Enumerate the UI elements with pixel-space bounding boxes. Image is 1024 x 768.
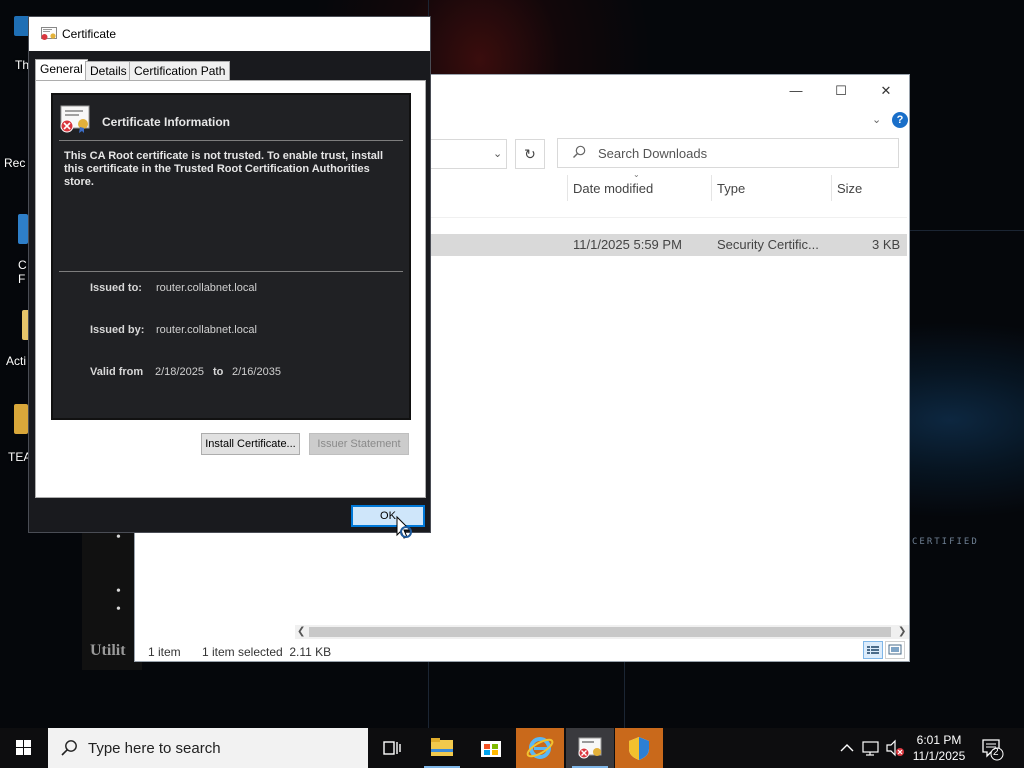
certificate-untrusted-icon [60, 105, 90, 133]
certificate-info-heading: Certificate Information [102, 115, 231, 129]
task-view-icon [383, 741, 401, 755]
background-certified-text: CERTIFIED [912, 537, 979, 547]
background-line [910, 230, 1024, 231]
tab-panel-general: Certificate Information This CA Root cer… [35, 80, 426, 498]
taskbar-microsoft-store[interactable] [467, 728, 515, 768]
scroll-left-arrow-icon[interactable]: ❮ [297, 625, 305, 639]
column-separator [711, 175, 712, 201]
internet-explorer-icon [526, 737, 554, 759]
tab-general[interactable]: General [35, 59, 88, 81]
shield-icon [629, 737, 649, 760]
chevron-up-icon [840, 744, 854, 752]
horizontal-scrollbar[interactable]: ❮ ❯ [295, 625, 909, 639]
network-icon [862, 741, 879, 756]
close-button[interactable]: ✕ [878, 83, 894, 99]
search-icon [61, 740, 77, 756]
valid-from-value: 2/18/2025 [155, 366, 204, 378]
volume-muted-icon [886, 739, 904, 757]
issued-to-value: router.collabnet.local [156, 282, 257, 294]
valid-to-label: to [213, 366, 224, 378]
taskbar-search-box[interactable]: Type here to search [48, 728, 368, 768]
volume-tray-button[interactable] [884, 728, 906, 768]
issued-to-label: Issued to: [90, 282, 142, 294]
mouse-cursor-icon [396, 515, 412, 539]
column-header-size[interactable]: Size [837, 181, 862, 196]
certificate-info-panel: Certificate Information This CA Root cer… [51, 93, 411, 420]
clock-time: 6:01 PM [916, 733, 962, 747]
details-view-icon [867, 646, 879, 654]
column-separator [831, 175, 832, 201]
taskbar-certificate-app[interactable] [566, 728, 614, 768]
app-icon [18, 214, 28, 244]
tab-certification-path[interactable]: Certification Path [129, 61, 231, 80]
valid-from-label: Valid from [90, 366, 144, 378]
maximize-button[interactable]: ☐ [833, 83, 849, 99]
store-icon [481, 741, 501, 757]
column-separator [567, 175, 568, 201]
refresh-button[interactable]: ↻ [515, 139, 545, 169]
column-header-date-modified[interactable]: Date modified [573, 181, 653, 196]
divider [59, 140, 403, 141]
search-input[interactable]: Search Downloads [557, 138, 899, 168]
taskbar: Type here to search 6:01 PM 11/1/2025 2 [0, 728, 1024, 768]
shortcut-icon [14, 404, 28, 434]
dialog-title: Certificate [62, 27, 117, 41]
scroll-right-arrow-icon[interactable]: ❯ [898, 625, 906, 639]
network-tray-button[interactable] [860, 728, 882, 768]
taskbar-security-app[interactable] [615, 728, 663, 768]
notification-count-badge: 2 [993, 747, 999, 758]
install-certificate-button[interactable]: Install Certificate... [201, 433, 300, 455]
folder-icon [431, 738, 453, 756]
issued-by-value: router.collabnet.local [156, 324, 257, 336]
status-selection: 1 item selected 2.11 KB [202, 645, 332, 659]
large-icons-view-button[interactable] [885, 641, 905, 659]
status-item-count: 1 item [148, 645, 181, 659]
sort-indicator-icon: ⌄ [633, 170, 640, 179]
taskbar-file-explorer[interactable] [418, 728, 466, 768]
certificate-icon [41, 27, 57, 40]
action-center-button[interactable]: 2 [980, 728, 1006, 768]
address-history-chevron-icon[interactable]: ⌄ [493, 147, 502, 160]
document-heading: Utilit [90, 642, 126, 659]
show-hidden-icons-button[interactable] [838, 728, 856, 768]
document-bullet: • [116, 602, 121, 617]
file-size: 3 KB [872, 237, 901, 252]
taskbar-internet-explorer[interactable] [516, 728, 564, 768]
taskbar-search-placeholder: Type here to search [88, 740, 221, 757]
scrollbar-thumb[interactable] [309, 627, 891, 637]
large-icons-view-icon [888, 644, 902, 655]
details-view-button[interactable] [863, 641, 883, 659]
certificate-title-bar[interactable]: Certificate [29, 17, 430, 51]
taskbar-clock[interactable]: 6:01 PM 11/1/2025 [906, 732, 972, 764]
start-button[interactable] [0, 728, 48, 768]
search-icon [573, 145, 586, 158]
tab-details[interactable]: Details [85, 61, 132, 80]
valid-to-value: 2/16/2035 [232, 366, 281, 378]
help-icon[interactable]: ? [892, 112, 908, 128]
certificate-icon [578, 737, 602, 759]
file-row-selected[interactable]: 11/1/2025 5:59 PM Security Certific... 3… [425, 234, 907, 256]
windows-logo-icon [16, 740, 31, 755]
clock-date: 11/1/2025 [912, 749, 966, 763]
file-type: Security Certific... [717, 237, 819, 252]
minimize-button[interactable]: — [788, 83, 804, 99]
issuer-statement-button: Issuer Statement [309, 433, 409, 455]
header-divider [425, 217, 907, 218]
ribbon-expand-chevron-icon[interactable]: ⌄ [872, 113, 881, 126]
trust-warning-text: This CA Root certificate is not trusted.… [64, 150, 384, 188]
issued-by-label: Issued by: [90, 324, 145, 336]
divider [59, 271, 403, 272]
document-bullet: • [116, 584, 121, 599]
background-line [624, 660, 625, 728]
column-header-type[interactable]: Type [717, 181, 745, 196]
search-placeholder: Search Downloads [598, 146, 708, 161]
file-date: 11/1/2025 5:59 PM [573, 237, 682, 252]
task-view-button[interactable] [368, 728, 416, 768]
certificate-dialog: Certificate General Details Certificatio… [28, 16, 431, 539]
